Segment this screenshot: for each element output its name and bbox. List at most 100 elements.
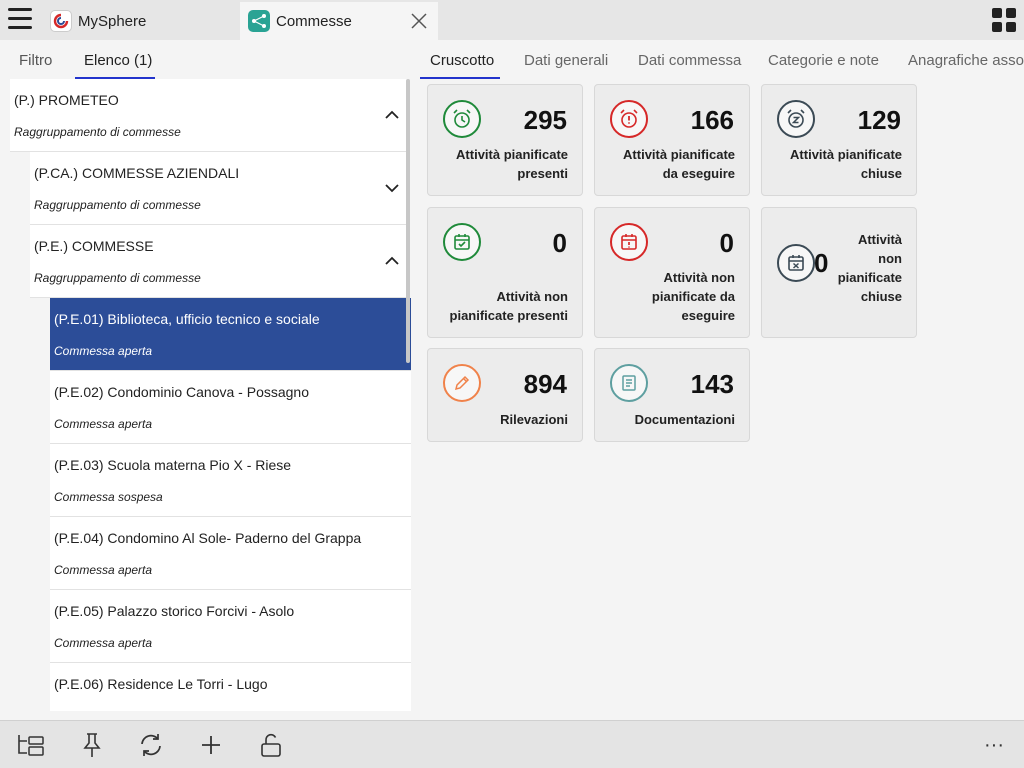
bottom-toolbar: ··· bbox=[0, 720, 1024, 768]
calendar-alert-icon bbox=[610, 223, 648, 261]
card-non-pianificate-da-eseguire[interactable]: 0 Attività non pianificate da eseguire bbox=[594, 207, 750, 338]
card-value: 0 bbox=[719, 228, 734, 258]
card-label: pianificate bbox=[837, 270, 902, 285]
card-non-pianificate-chiuse[interactable]: 0 Attività non pianificate chiuse bbox=[761, 207, 917, 338]
apps-grid-icon[interactable] bbox=[992, 8, 1016, 32]
left-tab-bar: Filtro Elenco (1) bbox=[0, 40, 420, 80]
item-title: (P.E.04) Condomino Al Sole- Paderno del … bbox=[54, 530, 362, 546]
item-subtitle: Commessa aperta bbox=[54, 563, 153, 577]
item-subtitle: Commessa aperta bbox=[54, 344, 153, 358]
card-label: chiuse bbox=[860, 166, 902, 181]
mysphere-logo-icon bbox=[50, 10, 72, 32]
list-item[interactable]: (P.E.03) Scuola materna Pio X - Riese Co… bbox=[50, 444, 411, 517]
tab-dati-generali[interactable]: Dati generali bbox=[524, 52, 608, 69]
item-title: (P.E.05) Palazzo storico Forcivi - Asolo bbox=[54, 603, 295, 619]
item-title: (P.E.03) Scuola materna Pio X - Riese bbox=[54, 457, 292, 473]
close-tab-icon[interactable] bbox=[410, 12, 428, 30]
card-label: presenti bbox=[517, 166, 568, 181]
commesse-logo-icon bbox=[248, 10, 270, 32]
tab-commesse-label: Commesse bbox=[276, 12, 352, 30]
item-title: (P.CA.) COMMESSE AZIENDALI bbox=[34, 165, 240, 181]
card-rilevazioni[interactable]: 894 Rilevazioni bbox=[427, 348, 583, 442]
item-subtitle: Commessa sospesa bbox=[54, 490, 163, 504]
chevron-up-icon[interactable] bbox=[384, 253, 400, 269]
item-subtitle: Raggruppamento di commesse bbox=[14, 125, 181, 139]
list-item[interactable]: (P.E.04) Condomino Al Sole- Paderno del … bbox=[50, 517, 411, 590]
card-value: 129 bbox=[857, 105, 901, 135]
item-title: (P.) PROMETEO bbox=[14, 92, 119, 108]
card-documentazioni[interactable]: 143 Documentazioni bbox=[594, 348, 750, 442]
refresh-icon[interactable] bbox=[137, 731, 165, 759]
calendar-check-icon bbox=[443, 223, 481, 261]
card-label: chiuse bbox=[860, 289, 902, 304]
chevron-up-icon[interactable] bbox=[384, 107, 400, 123]
list-item[interactable]: (P.) PROMETEO Raggruppamento di commesse bbox=[10, 79, 408, 152]
item-title: (P.E.02) Condominio Canova - Possagno bbox=[54, 384, 310, 400]
card-label: Attività non bbox=[663, 270, 736, 285]
item-title: (P.E.06) Residence Le Torri - Lugo bbox=[54, 676, 268, 692]
commesse-list[interactable]: (P.) PROMETEO Raggruppamento di commesse… bbox=[0, 79, 420, 711]
list-item[interactable]: (P.E.02) Condominio Canova - Possagno Co… bbox=[50, 371, 411, 444]
card-value: 295 bbox=[523, 105, 567, 135]
card-value: 166 bbox=[690, 105, 734, 135]
tab-mysphere-label: MySphere bbox=[78, 12, 147, 30]
card-label: eseguire bbox=[681, 308, 735, 323]
list-item[interactable]: (P.E.) COMMESSE Raggruppamento di commes… bbox=[30, 225, 408, 298]
card-label: Documentazioni bbox=[634, 412, 735, 427]
alarm-clock-icon bbox=[443, 100, 481, 138]
card-label: pianificate presenti bbox=[449, 308, 568, 323]
card-value: 0 bbox=[814, 248, 829, 278]
tab-commesse[interactable]: Commesse bbox=[240, 2, 438, 40]
card-value: 0 bbox=[552, 228, 567, 258]
active-tab-indicator bbox=[420, 77, 500, 79]
item-subtitle: Raggruppamento di commesse bbox=[34, 198, 201, 212]
card-label: Attività pianificate bbox=[623, 147, 735, 162]
card-non-pianificate-presenti[interactable]: 0 Attività non pianificate presenti bbox=[427, 207, 583, 338]
item-subtitle: Commessa aperta bbox=[54, 417, 153, 431]
list-scrollbar[interactable] bbox=[406, 79, 410, 363]
chevron-down-icon[interactable] bbox=[384, 180, 400, 196]
tree-view-icon[interactable] bbox=[17, 731, 45, 759]
document-icon bbox=[610, 364, 648, 402]
card-pianificate-chiuse[interactable]: 129 Attività pianificate chiuse bbox=[761, 84, 917, 196]
detail-tab-bar: Cruscotto Dati generali Dati commessa Ca… bbox=[420, 40, 1024, 80]
card-pianificate-da-eseguire[interactable]: 166 Attività pianificate da eseguire bbox=[594, 84, 750, 196]
tab-anagrafiche[interactable]: Anagrafiche asso bbox=[908, 52, 1024, 69]
card-label: da eseguire bbox=[662, 166, 735, 181]
calendar-x-icon bbox=[777, 244, 815, 282]
card-value: 894 bbox=[523, 369, 567, 399]
pencil-icon bbox=[443, 364, 481, 402]
item-subtitle: Raggruppamento di commesse bbox=[34, 271, 201, 285]
item-title: (P.E.01) Biblioteca, ufficio tecnico e s… bbox=[54, 311, 320, 327]
pin-icon[interactable] bbox=[78, 731, 106, 759]
item-subtitle: Commessa aperta bbox=[54, 636, 153, 650]
item-title: (P.E.) COMMESSE bbox=[34, 238, 154, 254]
list-item-selected[interactable]: (P.E.01) Biblioteca, ufficio tecnico e s… bbox=[50, 298, 411, 371]
tab-categorie-note[interactable]: Categorie e note bbox=[768, 52, 879, 69]
alarm-alert-icon bbox=[610, 100, 648, 138]
card-label: pianificate da bbox=[651, 289, 735, 304]
list-item[interactable]: (P.E.06) Residence Le Torri - Lugo bbox=[50, 663, 411, 711]
card-value: 143 bbox=[690, 369, 734, 399]
card-label: Attività bbox=[857, 232, 902, 247]
card-label: Rilevazioni bbox=[500, 412, 568, 427]
tab-dati-commessa[interactable]: Dati commessa bbox=[638, 52, 741, 69]
unlock-icon[interactable] bbox=[257, 731, 285, 759]
tab-mysphere[interactable]: MySphere bbox=[42, 2, 238, 40]
hamburger-menu-icon[interactable] bbox=[8, 8, 32, 30]
list-item[interactable]: (P.CA.) COMMESSE AZIENDALI Raggruppament… bbox=[30, 152, 408, 225]
card-label: Attività non bbox=[496, 289, 569, 304]
main-content: Filtro Elenco (1) (P.) PROMETEO Raggrupp… bbox=[0, 40, 1024, 720]
tab-elenco[interactable]: Elenco (1) bbox=[84, 52, 152, 69]
alarm-snooze-icon bbox=[777, 100, 815, 138]
card-pianificate-presenti[interactable]: 295 Attività pianificate presenti bbox=[427, 84, 583, 196]
card-label: Attività pianificate bbox=[456, 147, 568, 162]
tab-cruscotto[interactable]: Cruscotto bbox=[430, 52, 494, 69]
title-bar: MySphere Commesse bbox=[0, 0, 1024, 40]
card-label: non bbox=[878, 251, 902, 266]
add-icon[interactable] bbox=[197, 731, 225, 759]
tab-filtro[interactable]: Filtro bbox=[19, 52, 52, 69]
card-label: Attività pianificate bbox=[790, 147, 902, 162]
more-options-icon[interactable]: ··· bbox=[980, 731, 1008, 759]
list-item[interactable]: (P.E.05) Palazzo storico Forcivi - Asolo… bbox=[50, 590, 411, 663]
